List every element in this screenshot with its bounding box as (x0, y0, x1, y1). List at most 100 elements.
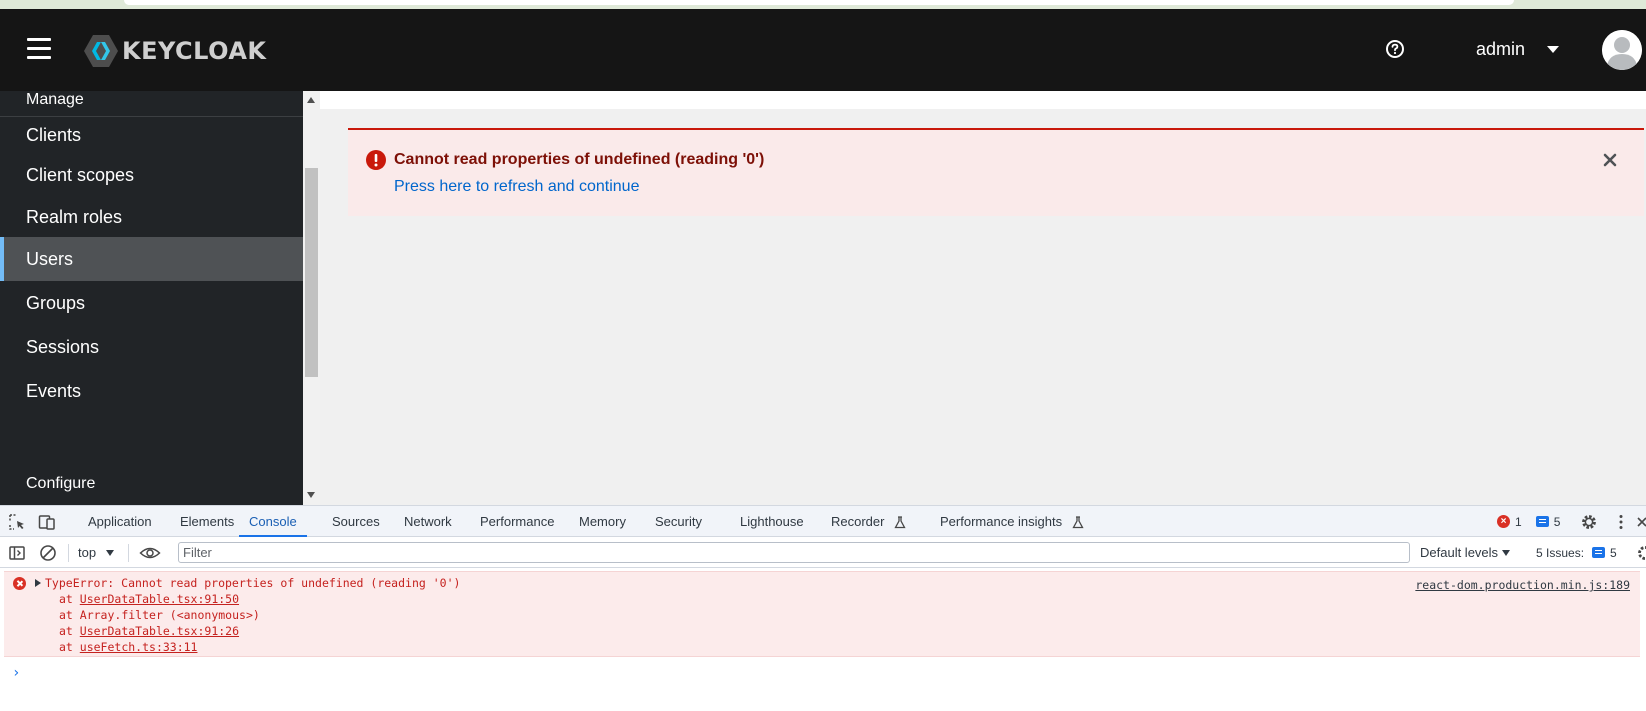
sidebar-item-clients[interactable]: Clients (0, 113, 303, 157)
eye-icon[interactable] (139, 544, 161, 562)
devtools-tab-application[interactable]: Application (88, 506, 152, 537)
message-count-icon (1535, 516, 1549, 527)
sidebar-item-users[interactable]: Users (0, 237, 303, 281)
sidebar-item-label: Events (26, 380, 82, 401)
sidebar-item-realm-roles[interactable]: Realm roles (0, 195, 303, 239)
masthead: KEYCLOAK admin (0, 9, 1646, 91)
clear-console-icon[interactable] (39, 544, 57, 562)
console-settings-icon[interactable] (1636, 544, 1646, 562)
logo-text: KEYCLOAK (122, 37, 267, 65)
issues-counter[interactable]: 5 Issues: 5 (1536, 537, 1617, 568)
sidebar-item-label: Groups (26, 292, 86, 313)
stack-prefix: at (59, 608, 80, 622)
sidebar-item-client-scopes[interactable]: Client scopes (0, 153, 303, 197)
inspect-element-icon[interactable] (8, 513, 26, 531)
device-toolbar-icon[interactable] (38, 513, 56, 531)
message-count: 5 (1553, 514, 1561, 529)
context-selector[interactable]: top (78, 537, 115, 568)
devtools-tab-performance[interactable]: Performance (480, 506, 554, 537)
expand-triangle-icon[interactable] (35, 579, 41, 587)
devtools-tab-performance-insights[interactable]: Performance insights (940, 506, 1084, 537)
devtools-tab-network[interactable]: Network (404, 506, 452, 537)
levels-label: Default levels (1420, 545, 1499, 560)
devtools-tab-elements[interactable]: Elements (180, 506, 234, 537)
nav-section-manage: Manage (26, 91, 84, 108)
page-section-header (320, 91, 1646, 109)
devtools-tab-console[interactable]: Console (239, 506, 307, 537)
console-error-message: TypeError: Cannot read properties of und… (4, 571, 1640, 657)
flask-icon (1072, 516, 1084, 529)
exclamation-circle-icon (366, 150, 386, 170)
console-filter-input[interactable] (178, 542, 1410, 563)
sidebar-item-events[interactable]: Events (0, 369, 303, 413)
scroll-thumb[interactable] (305, 168, 318, 377)
user-avatar-icon (1602, 30, 1642, 70)
sidebar-item-label: Realm roles (26, 206, 123, 227)
sidebar-item-label: Users (26, 248, 74, 269)
nav-section-configure: Configure (26, 475, 96, 492)
devtools-tab-recorder[interactable]: Recorder (831, 506, 906, 537)
stack-frame: at useFetch.ts:33:11 (59, 640, 197, 654)
console-counts[interactable]: × 1 5 (1497, 506, 1560, 537)
flask-icon (894, 516, 906, 529)
sidebar-scrollbar[interactable] (303, 91, 320, 505)
devtools-tab-sources[interactable]: Sources (332, 506, 380, 537)
keycloak-logo[interactable]: KEYCLOAK (84, 33, 267, 69)
sidebar-item-sessions[interactable]: Sessions (0, 325, 303, 369)
more-options-icon[interactable] (1612, 513, 1630, 531)
close-icon[interactable] (1602, 152, 1618, 168)
console-prompt[interactable]: › (12, 665, 20, 681)
sidebar-item-label: Client scopes (26, 164, 135, 185)
toolbar-separator (128, 544, 129, 562)
console-output: TypeError: Cannot read properties of und… (0, 568, 1646, 711)
close-devtools-icon[interactable] (1636, 513, 1646, 531)
devtools-tab-lighthouse[interactable]: Lighthouse (740, 506, 804, 537)
sidebar-item-label: Sessions (26, 336, 100, 357)
devtools-tabbar: Application Elements Console Sources Net… (0, 505, 1646, 537)
error-count: 1 (1515, 514, 1522, 529)
caret-down-icon (1502, 549, 1511, 556)
browser-tab-edge (124, 0, 1514, 5)
keycloak-logo-icon (84, 35, 118, 67)
avatar[interactable] (1602, 30, 1642, 70)
username: admin (1476, 38, 1526, 59)
scroll-up-arrow-icon[interactable] (307, 97, 315, 103)
stack-location: Array.filter (<anonymous>) (79, 608, 260, 622)
stack-link[interactable]: UserDataTable.tsx:91:26 (80, 624, 239, 638)
devtools-tab-memory[interactable]: Memory (579, 506, 626, 537)
stack-link[interactable]: useFetch.ts:33:11 (80, 640, 198, 654)
help-icon[interactable] (1385, 39, 1405, 59)
scroll-down-arrow-icon[interactable] (307, 492, 315, 498)
user-dropdown[interactable]: admin (1476, 36, 1560, 62)
gear-icon[interactable] (1580, 513, 1598, 531)
devtools-tab-security[interactable]: Security (655, 506, 702, 537)
caret-down-icon (1547, 45, 1560, 53)
error-alert: Cannot read properties of undefined (rea… (348, 128, 1644, 216)
tab-label: Recorder (831, 514, 885, 529)
stack-prefix: at (59, 640, 80, 654)
console-filter-bar: top Default levels 5 Issues: 5 (0, 537, 1646, 568)
sidebar-toggle-icon[interactable] (8, 544, 26, 562)
tab-label: Performance insights (940, 514, 1063, 529)
toolbar-separator (68, 544, 69, 562)
caret-down-icon (106, 549, 115, 556)
stack-prefix: at (59, 592, 80, 606)
sidebar-nav: Manage Clients Client scopes Realm roles… (0, 91, 303, 505)
log-levels-dropdown[interactable]: Default levels (1420, 537, 1511, 568)
context-value: top (78, 545, 97, 560)
refresh-link[interactable]: Press here to refresh and continue (394, 178, 639, 196)
stack-frame: at UserDataTable.tsx:91:26 (59, 624, 239, 638)
alert-title: Cannot read properties of undefined (rea… (394, 151, 765, 168)
error-icon (13, 577, 26, 590)
error-text: TypeError: Cannot read properties of und… (45, 576, 461, 590)
hamburger-icon[interactable] (27, 38, 51, 60)
error-count-icon: × (1497, 515, 1510, 528)
issues-count: 5 (1610, 545, 1617, 560)
error-source-link[interactable]: react-dom.production.min.js:189 (1415, 578, 1630, 592)
issues-message-icon (1592, 547, 1606, 558)
browser-tab-strip (0, 0, 1646, 9)
stack-frame: at Array.filter (<anonymous>) (59, 608, 260, 622)
main-content: Cannot read properties of undefined (rea… (320, 91, 1646, 505)
sidebar-item-groups[interactable]: Groups (0, 281, 303, 325)
stack-link[interactable]: UserDataTable.tsx:91:50 (80, 592, 239, 606)
